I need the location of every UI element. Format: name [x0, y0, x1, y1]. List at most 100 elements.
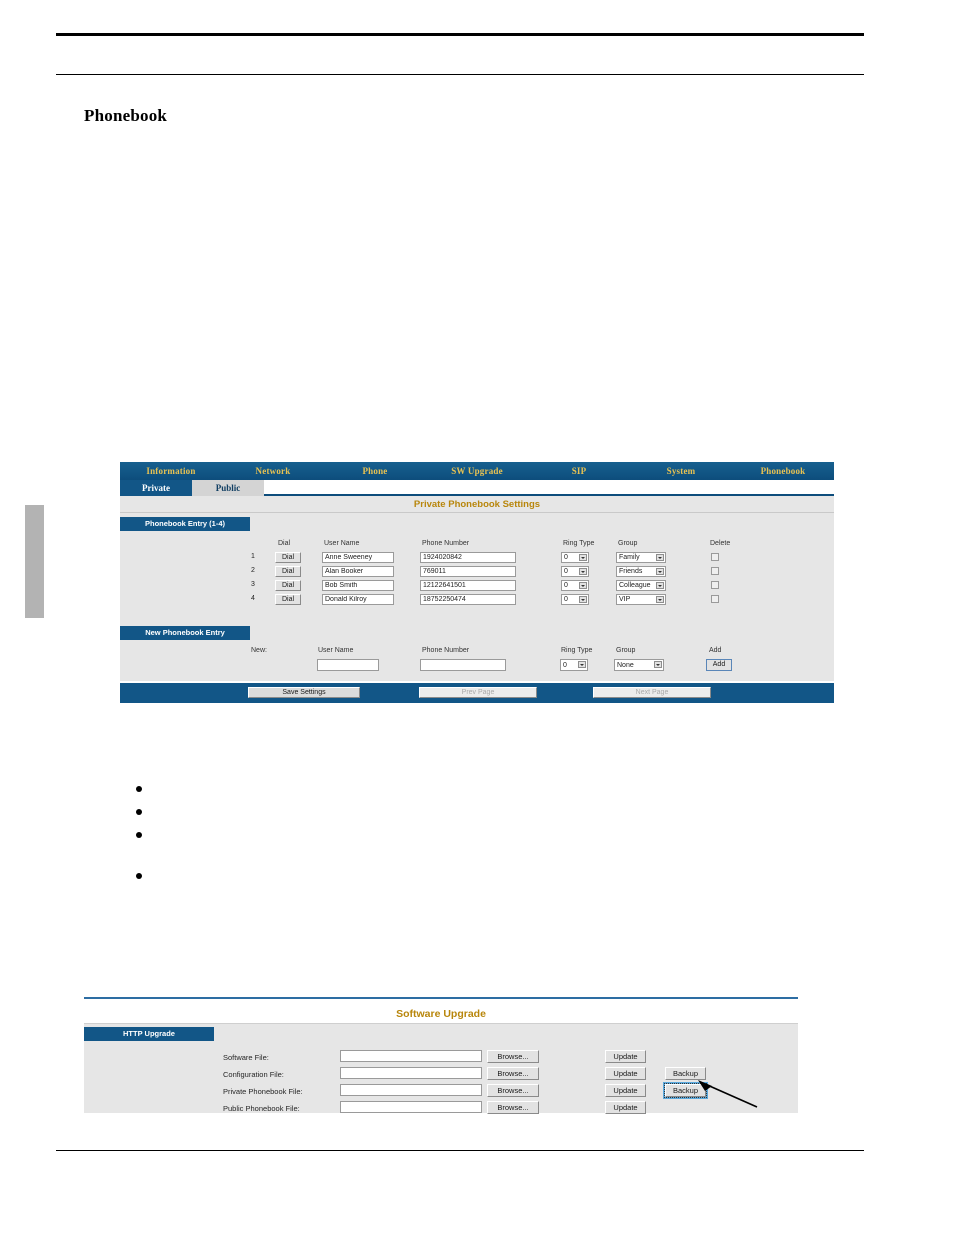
- row-number: 1: [251, 553, 255, 560]
- phone-number-input-row-4[interactable]: [420, 594, 516, 605]
- section-title-software-upgrade: Software Upgrade: [84, 1005, 798, 1023]
- dial-button-row-2[interactable]: Dial: [275, 566, 301, 577]
- column-header-phone-number-new: Phone Number: [422, 647, 470, 654]
- group-select-row-1[interactable]: Family: [616, 552, 666, 563]
- column-header-ring-type: Ring Type: [563, 540, 595, 547]
- new-phone-number-input[interactable]: [420, 659, 506, 671]
- chevron-down-icon: [579, 568, 587, 575]
- ring-type-select-row-1[interactable]: 0: [561, 552, 589, 563]
- nav-item-information[interactable]: Information: [120, 466, 222, 476]
- browse-button-software-file[interactable]: Browse...: [487, 1050, 539, 1063]
- new-entry-label: New:: [251, 647, 267, 654]
- column-header-dial: Dial: [278, 540, 291, 547]
- user-name-input-row-3[interactable]: [322, 580, 394, 591]
- browse-button-configuration-file[interactable]: Browse...: [487, 1067, 539, 1080]
- bullet-icon: [136, 832, 142, 838]
- phone-number-input-row-3[interactable]: [420, 580, 516, 591]
- dial-button-row-4[interactable]: Dial: [275, 594, 301, 605]
- dial-button-row-3[interactable]: Dial: [275, 580, 301, 591]
- update-button-private-phonebook-file[interactable]: Update: [605, 1084, 646, 1097]
- save-settings-button[interactable]: Save Settings: [248, 687, 360, 698]
- label-private-phonebook-file: Private Phonebook File:: [223, 1087, 303, 1096]
- column-header-user-name-new: User Name: [318, 647, 354, 654]
- nav-item-sw-upgrade[interactable]: SW Upgrade: [426, 466, 528, 476]
- software-file-input[interactable]: [340, 1050, 482, 1062]
- nav-item-phone[interactable]: Phone: [324, 466, 426, 476]
- row-number: 2: [251, 567, 255, 574]
- new-group-select[interactable]: None: [614, 659, 664, 671]
- group-value-row-4: VIP: [619, 596, 631, 603]
- public-phonebook-file-input[interactable]: [340, 1101, 482, 1113]
- annotation-arrow-icon: [698, 1080, 758, 1108]
- phonebook-footer-bar: Save Settings Prev Page Next Page: [120, 683, 834, 703]
- footer-rule: [56, 1150, 864, 1151]
- chevron-down-icon: [656, 596, 664, 603]
- new-ring-type-select[interactable]: 0: [560, 659, 588, 671]
- ring-type-value-row-3: 0: [564, 582, 568, 589]
- header-rule-thick: [56, 33, 864, 36]
- ring-type-select-row-2[interactable]: 0: [561, 566, 589, 577]
- nav-item-system[interactable]: System: [630, 466, 732, 476]
- dial-button-row-1[interactable]: Dial: [275, 552, 301, 563]
- main-navigation-bar: Information Network Phone SW Upgrade SIP…: [120, 462, 834, 480]
- phonebook-entry-panel: Phonebook Entry (1-4) Dial User Name Pho…: [120, 513, 834, 623]
- chevron-down-icon: [656, 582, 664, 589]
- group-header-new-phonebook-entry: New Phonebook Entry: [120, 626, 250, 640]
- configuration-file-input[interactable]: [340, 1067, 482, 1079]
- tab-public[interactable]: Public: [192, 480, 264, 496]
- browse-button-public-phonebook-file[interactable]: Browse...: [487, 1101, 539, 1114]
- new-user-name-input[interactable]: [317, 659, 379, 671]
- chevron-down-icon: [579, 582, 587, 589]
- ring-type-select-row-3[interactable]: 0: [561, 580, 589, 591]
- column-header-group: Group: [618, 540, 638, 547]
- phonebook-settings-screenshot: Information Network Phone SW Upgrade SIP…: [120, 462, 834, 703]
- bullet-icon: [136, 786, 142, 792]
- label-software-file: Software File:: [223, 1053, 269, 1062]
- ring-type-value-row-1: 0: [564, 554, 568, 561]
- column-header-ring-type-new: Ring Type: [561, 647, 593, 654]
- section-title-private-phonebook: Private Phonebook Settings: [120, 496, 834, 513]
- bullet-icon: [136, 809, 142, 815]
- column-header-group-new: Group: [616, 647, 636, 654]
- margin-tab-marker: [25, 505, 44, 618]
- update-button-configuration-file[interactable]: Update: [605, 1067, 646, 1080]
- label-public-phonebook-file: Public Phonebook File:: [223, 1104, 300, 1113]
- header-rule-thin: [56, 74, 864, 75]
- page-title: Phonebook: [84, 106, 168, 125]
- column-header-delete: Delete: [710, 540, 731, 547]
- chevron-down-icon: [656, 554, 664, 561]
- delete-checkbox-row-2[interactable]: [711, 567, 719, 575]
- row-number: 3: [251, 581, 255, 588]
- private-phonebook-file-input[interactable]: [340, 1084, 482, 1096]
- group-select-row-2[interactable]: Friends: [616, 566, 666, 577]
- chevron-down-icon: [654, 661, 662, 668]
- software-upgrade-screenshot: Software Upgrade HTTP Upgrade Software F…: [84, 997, 798, 1116]
- phone-number-input-row-1[interactable]: [420, 552, 516, 563]
- tab-private[interactable]: Private: [120, 480, 192, 496]
- next-page-button[interactable]: Next Page: [593, 687, 711, 698]
- group-select-row-3[interactable]: Colleague: [616, 580, 666, 591]
- user-name-input-row-4[interactable]: [322, 594, 394, 605]
- update-button-public-phonebook-file[interactable]: Update: [605, 1101, 646, 1114]
- ring-type-value-row-2: 0: [564, 568, 568, 575]
- nav-item-phonebook[interactable]: Phonebook: [732, 466, 834, 476]
- http-upgrade-panel: HTTP Upgrade Software File: Browse... Up…: [84, 1023, 798, 1114]
- ring-type-select-row-4[interactable]: 0: [561, 594, 589, 605]
- user-name-input-row-2[interactable]: [322, 566, 394, 577]
- delete-checkbox-row-1[interactable]: [711, 553, 719, 561]
- nav-item-sip[interactable]: SIP: [528, 466, 630, 476]
- nav-item-network[interactable]: Network: [222, 466, 324, 476]
- new-ring-type-value: 0: [563, 661, 567, 669]
- prev-page-button[interactable]: Prev Page: [419, 687, 537, 698]
- group-header-http-upgrade: HTTP Upgrade: [84, 1027, 214, 1041]
- add-entry-button[interactable]: Add: [706, 659, 732, 671]
- phone-number-input-row-2[interactable]: [420, 566, 516, 577]
- delete-checkbox-row-3[interactable]: [711, 581, 719, 589]
- user-name-input-row-1[interactable]: [322, 552, 394, 563]
- browse-button-private-phonebook-file[interactable]: Browse...: [487, 1084, 539, 1097]
- delete-checkbox-row-4[interactable]: [711, 595, 719, 603]
- group-select-row-4[interactable]: VIP: [616, 594, 666, 605]
- chevron-down-icon: [656, 568, 664, 575]
- column-header-phone-number: Phone Number: [422, 540, 470, 547]
- update-button-software-file[interactable]: Update: [605, 1050, 646, 1063]
